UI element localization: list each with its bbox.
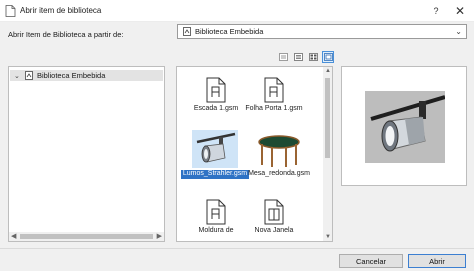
spotlight-preview-image [365,91,445,163]
gsm-file-icon [206,199,226,225]
scroll-right-icon[interactable]: ▶ [157,232,162,240]
scrollbar-thumb[interactable] [20,234,153,239]
dialog-body: Abrir Item de Biblioteca a partir de: Bi… [0,22,474,248]
scroll-up-icon[interactable]: ▲ [325,68,331,74]
vertical-scrollbar[interactable]: ▲ ▼ [323,67,332,241]
large-icons-view-button[interactable] [322,51,334,63]
preview-panel [341,66,467,186]
tree-item-label: Biblioteca Embebida [37,71,106,80]
grid-item[interactable]: Folha Porta 1.gsm [239,73,309,114]
source-label: Abrir Item de Biblioteca a partir de: [8,30,124,39]
tree-item-embedded-library[interactable]: ⌄ Biblioteca Embebida [10,70,163,81]
grid-item-label: Folha Porta 1.gsm [245,105,303,112]
library-icon [183,27,191,36]
window-title: Abrir item de biblioteca [20,6,102,15]
large-icons-view-icon [323,53,333,61]
dialog-footer: Cancelar Abrir [0,248,474,271]
source-dropdown-value: Biblioteca Embebida [195,27,264,36]
details-view-button[interactable] [277,51,289,63]
source-dropdown[interactable]: Biblioteca Embebida ⌄ [177,24,467,39]
small-icons-view-icon [308,53,318,61]
grid-item-label: Mesa_redonda.gsm [248,170,310,177]
close-button[interactable]: ✕ [450,0,470,21]
open-button[interactable]: Abrir [408,254,466,268]
list-view-button[interactable] [292,51,304,63]
list-view-icon [293,53,303,61]
title-bar: Abrir item de biblioteca ? ✕ [0,0,474,22]
round-table-thumbnail [258,135,300,167]
horizontal-scrollbar[interactable]: ◀ ▶ [9,232,164,241]
window-file-icon [264,199,284,225]
grid-item-label: Nova Janela [254,227,294,234]
gsm-file-icon [264,77,284,103]
library-icon [25,71,33,80]
library-tree: ⌄ Biblioteca Embebida ◀ ▶ [8,66,165,242]
library-items-grid: Escada 1.gsm Folha Porta 1.gsm Lumos_Str… [176,66,333,242]
scroll-left-icon[interactable]: ◀ [11,232,16,240]
document-icon [5,5,16,17]
expand-chevron-icon[interactable]: ⌄ [14,72,22,80]
grid-item[interactable]: Nova Janela [239,195,309,236]
scrollbar-thumb[interactable] [325,78,330,158]
view-mode-toolbar [277,51,334,64]
details-view-icon [278,53,288,61]
spotlight-thumbnail [196,132,236,163]
help-button[interactable]: ? [426,0,446,21]
gsm-file-icon [206,77,226,103]
cancel-button[interactable]: Cancelar [339,254,403,268]
chevron-down-icon: ⌄ [455,27,462,36]
scroll-down-icon[interactable]: ▼ [325,234,331,240]
grid-item[interactable]: Mesa_redonda.gsm [239,130,319,179]
small-icons-view-button[interactable] [307,51,319,63]
